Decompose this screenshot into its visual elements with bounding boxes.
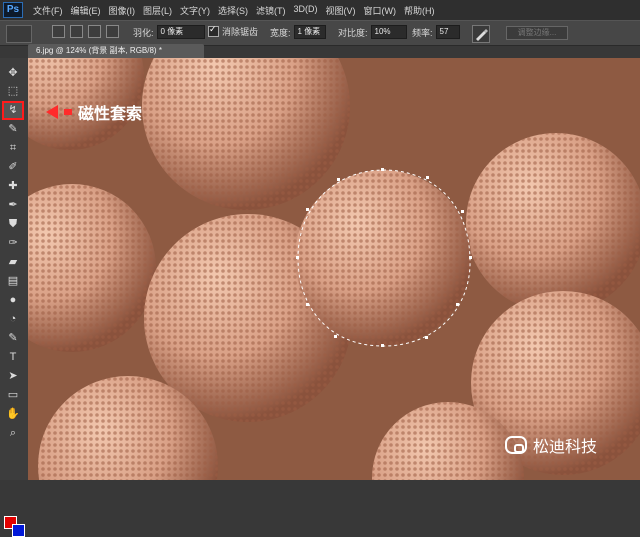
history-brush-icon[interactable]: ✑ [4,236,22,251]
background-color-swatch[interactable] [12,524,25,537]
watermark: 松迪科技 [505,434,630,456]
menu-view[interactable]: 视图(V) [326,4,356,17]
selection-mode-group [52,25,121,38]
arrow-shaft [64,109,72,115]
text-icon[interactable]: T [4,350,22,365]
intersect-selection-icon[interactable] [106,25,119,38]
contrast-label: 对比度: [338,27,368,38]
feather-label: 羽化: [133,27,154,38]
clone-stamp-icon[interactable]: ⛊ [4,217,22,232]
move-icon[interactable]: ✥ [4,66,22,81]
menu-window[interactable]: 窗口(W) [364,4,397,17]
blur-icon[interactable]: ● [4,293,22,308]
contrast-field[interactable]: 10% [370,25,407,39]
marquee-icon[interactable]: ⬚ [4,84,22,99]
healing-brush-icon[interactable]: ✚ [4,179,22,194]
eraser-icon[interactable]: ▰ [4,255,22,270]
hand-icon[interactable]: ✋ [4,407,22,422]
crop-icon[interactable]: ⌗ [4,141,22,156]
menu-bar: Ps 文件(F) 编辑(E) 图像(I) 图层(L) 文字(Y) 选择(S) 滤… [0,0,640,20]
magnetic-lasso-icon[interactable]: ↯ [2,101,24,120]
pen-icon[interactable]: ✎ [4,331,22,346]
antialias-checkbox[interactable] [208,24,219,37]
menu-layer[interactable]: 图层(L) [143,4,172,17]
width-field[interactable]: 1 像素 [293,25,326,39]
photoshop-logo: Ps [3,2,23,18]
wechat-icon [505,436,527,454]
menu-3d[interactable]: 3D(D) [294,4,318,17]
menu-edit[interactable]: 编辑(E) [71,4,101,17]
menu-type[interactable]: 文字(Y) [180,4,210,17]
gradient-icon[interactable]: ▤ [4,274,22,289]
document-tab[interactable]: 6.jpg @ 124% (背景 副本, RGB/8) * [28,44,204,58]
menu-image[interactable]: 图像(I) [109,4,136,17]
contrast-group: 对比度: 10% [338,25,407,39]
menu-filter[interactable]: 滤镜(T) [256,4,286,17]
tools-panel: ✥ ⬚ ↯ ✎ ⌗ ✐ ✚ ✒ ⛊ ✑ ▰ ▤ ● ◔ ✎ T ➤ ▭ ✋ ⌕ [0,58,29,537]
frequency-label: 频率: [412,27,433,38]
antialias-label: 消除锯齿 [222,27,259,37]
zoom-icon[interactable]: ⌕ [4,426,22,441]
menu-help[interactable]: 帮助(H) [404,4,435,17]
menu-select[interactable]: 选择(S) [218,4,248,17]
frequency-field[interactable]: 57 [435,25,460,39]
annotation-label: 磁性套索 [78,106,143,123]
lasso-preset-icon [6,25,32,43]
dodge-icon[interactable]: ◔ [4,312,22,327]
tool-preset-picker[interactable] [6,25,32,43]
feather-group: 羽化: 0 像素 [133,25,205,39]
subtract-selection-icon[interactable] [88,25,101,38]
main-menu: 文件(F) 编辑(E) 图像(I) 图层(L) 文字(Y) 选择(S) 滤镜(T… [33,4,435,17]
watermark-text: 松迪科技 [533,439,598,456]
eyedropper-icon[interactable]: ✐ [4,160,22,175]
menu-file[interactable]: 文件(F) [33,4,63,17]
pen-pressure-icon [476,29,488,41]
new-selection-icon[interactable] [52,25,65,38]
width-label: 宽度: [270,27,291,38]
quick-select-icon[interactable]: ✎ [4,122,22,137]
brush-icon[interactable]: ✒ [4,198,22,213]
tool-annotation: 磁性套索 [46,103,166,123]
refine-edge-button[interactable]: 调整边缘... [506,26,568,40]
path-select-icon[interactable]: ➤ [4,369,22,384]
tablet-pressure-button[interactable] [472,25,490,43]
antialias-group: 消除锯齿 [208,24,259,38]
arrow-left-icon [46,105,58,119]
frequency-group: 频率: 57 [412,25,460,39]
width-group: 宽度: 1 像素 [270,25,326,39]
options-bar: 羽化: 0 像素 消除锯齿 宽度: 1 像素 对比度: 10% 频率: 57 调… [0,20,640,46]
add-selection-icon[interactable] [70,25,83,38]
feather-field[interactable]: 0 像素 [156,25,205,39]
pollen-grain [466,133,640,313]
shape-icon[interactable]: ▭ [4,388,22,403]
